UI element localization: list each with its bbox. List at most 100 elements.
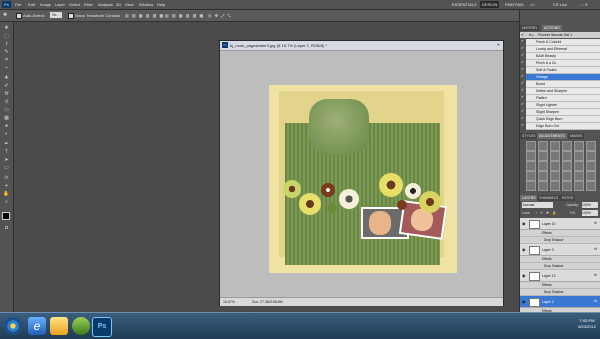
adjustment-icon[interactable] [550, 151, 560, 161]
adjustment-icon[interactable] [562, 171, 572, 181]
marquee-tool-icon[interactable]: ⬚ [3, 34, 10, 39]
file-explorer-icon[interactable] [50, 317, 68, 335]
system-clock[interactable]: 7:05 PM 6/23/2012 [578, 318, 596, 330]
document-title-bar[interactable]: Ps bj_roots_pagestarter3.jpg @ 16.7% (La… [220, 41, 503, 51]
visibility-eye-icon[interactable]: ◉ [522, 247, 526, 252]
dodge-tool-icon[interactable]: ◐ [3, 132, 10, 137]
action-item[interactable]: Boost [526, 81, 600, 88]
zoom-level[interactable]: 16.67% [223, 300, 235, 304]
action-toggle-checkbox[interactable]: ✔ [521, 60, 525, 65]
workspace-design[interactable]: DESIGN [480, 1, 500, 8]
action-toggle-checkbox[interactable]: ✔ [521, 116, 525, 121]
document-close-icon[interactable]: ✕ [497, 42, 500, 47]
eraser-tool-icon[interactable]: ▭ [3, 108, 10, 113]
action-item[interactable]: Slight Sharpen [526, 109, 600, 116]
blend-mode-select[interactable]: Normal [522, 202, 553, 208]
menu-window[interactable]: Window [139, 2, 153, 7]
brush-tool-icon[interactable]: ✐ [3, 84, 10, 89]
tab-channels[interactable]: CHANNELS [537, 195, 561, 201]
adjustment-icon[interactable] [586, 171, 596, 181]
action-toggle-checkbox[interactable]: ✔ [521, 123, 525, 128]
adjustment-icon[interactable] [550, 141, 560, 151]
adjustment-icon[interactable] [526, 161, 536, 171]
drop-shadow-row[interactable]: Drop Shadow [520, 237, 600, 244]
menu-select[interactable]: Select [69, 2, 80, 7]
action-toggle-checkbox[interactable]: ✔ [521, 53, 525, 58]
menu-help[interactable]: Help [157, 2, 165, 7]
action-item[interactable]: Define and Sharpen [526, 88, 600, 95]
tab-history[interactable]: HISTORY [520, 25, 540, 31]
layer-row[interactable]: ◉ Layer 12 fx [520, 270, 600, 282]
layer-effects-row[interactable]: Effects [520, 256, 600, 263]
quick-mask-icon[interactable]: ◘ [3, 226, 10, 231]
adjustment-icon[interactable] [574, 161, 584, 171]
drop-shadow-row[interactable]: Drop Shadow [520, 289, 600, 296]
gradient-tool-icon[interactable]: ▦ [3, 116, 10, 121]
quick-select-tool-icon[interactable]: ✎ [3, 50, 10, 55]
action-toggle-checkbox[interactable]: ✔ [521, 46, 525, 51]
action-toggle-checkbox[interactable]: ✔ [521, 39, 525, 44]
menu-layer[interactable]: Layer [55, 2, 65, 7]
foreground-color-swatch[interactable] [2, 212, 10, 220]
layer-row[interactable]: ◉ Layer 10 fx [520, 218, 600, 230]
tab-paths[interactable]: PATHS [560, 195, 576, 201]
lock-icons[interactable]: ▫ ✎ ✥ 🔒 [536, 211, 557, 215]
3d-rotate-icon[interactable]: ⟳ [3, 176, 10, 181]
action-item[interactable]: B&W Beauty [526, 53, 600, 60]
layer-fx-icon[interactable]: fx [594, 221, 597, 225]
tab-adjustments[interactable]: ADJUSTMENTS [537, 133, 567, 139]
menu-analysis[interactable]: Analysis [98, 2, 113, 7]
media-player-icon[interactable] [72, 317, 90, 335]
action-item[interactable]: Flatten [526, 95, 600, 102]
photoshop-taskbar-icon[interactable]: Ps [92, 317, 112, 337]
layer-row[interactable]: ◉ Layer 3 fx [520, 244, 600, 256]
hand-tool-icon[interactable]: ✋ [3, 192, 10, 197]
history-brush-icon[interactable]: ↺ [3, 100, 10, 105]
adjustment-icon[interactable] [550, 161, 560, 171]
visibility-eye-icon[interactable]: ◉ [522, 221, 526, 226]
canvas-area[interactable] [221, 51, 502, 296]
layer-fx-icon[interactable]: fx [594, 299, 597, 303]
action-item[interactable]: Slight Lighten [526, 102, 600, 109]
action-toggle-checkbox[interactable]: ✔ [521, 109, 525, 114]
visibility-eye-icon[interactable]: ◉ [522, 299, 526, 304]
action-toggle-checkbox[interactable]: ✔ [521, 81, 525, 86]
layer-row[interactable]: ◉ Layer 2 fx [520, 296, 600, 308]
adjustment-icon[interactable] [538, 151, 548, 161]
blur-tool-icon[interactable]: ● [3, 124, 10, 129]
adjustment-icon[interactable] [550, 181, 560, 191]
action-item[interactable]: Quick Edge Burn [526, 116, 600, 123]
adjustment-icon[interactable] [550, 171, 560, 181]
adjustment-icon[interactable] [574, 181, 584, 191]
action-toggle-checkbox[interactable]: ✔ [521, 74, 525, 79]
adjustment-icon[interactable] [562, 141, 572, 151]
adjustment-icon[interactable] [586, 161, 596, 171]
visibility-eye-icon[interactable]: ◉ [522, 273, 526, 278]
scrapbook-page[interactable] [269, 85, 457, 273]
adjustment-icon[interactable] [586, 181, 596, 191]
adjustment-icon[interactable] [526, 141, 536, 151]
crop-tool-icon[interactable]: ⌗ [3, 58, 10, 63]
3d-mode-icons[interactable]: ◎ ✥ ⤢ ⤡ [208, 13, 232, 18]
adjustment-icon[interactable] [538, 181, 548, 191]
move-tool-icon[interactable]: ✥ [3, 12, 7, 18]
adjustment-icon[interactable] [562, 181, 572, 191]
zoom-tool-icon[interactable]: ⌕ [3, 200, 10, 205]
tab-actions[interactable]: ACTIONS [542, 25, 562, 31]
opacity-input[interactable]: 100% [582, 202, 598, 208]
workspace-more[interactable]: >> [528, 1, 537, 8]
adjustment-icon[interactable] [586, 151, 596, 161]
lasso-tool-icon[interactable]: ℓ [3, 42, 10, 47]
auto-select-dropdown[interactable]: Gr... [50, 12, 62, 18]
adjustment-icon[interactable] [526, 181, 536, 191]
action-toggle-checkbox[interactable]: ✔ [521, 88, 525, 93]
layer-fx-icon[interactable]: fx [594, 273, 597, 277]
adjustment-icon[interactable] [538, 161, 548, 171]
action-toggle-checkbox[interactable]: ✔ [521, 102, 525, 107]
menu-3d[interactable]: 3D [116, 2, 121, 7]
adjustment-icon[interactable] [538, 171, 548, 181]
healing-brush-icon[interactable]: ✚ [3, 76, 10, 81]
internet-explorer-icon[interactable]: e [28, 317, 46, 335]
distribute-icons[interactable]: ▤ ▥ ▦ ▧ ▨ ▩ [165, 13, 204, 18]
shape-tool-icon[interactable]: ▭ [3, 166, 10, 171]
